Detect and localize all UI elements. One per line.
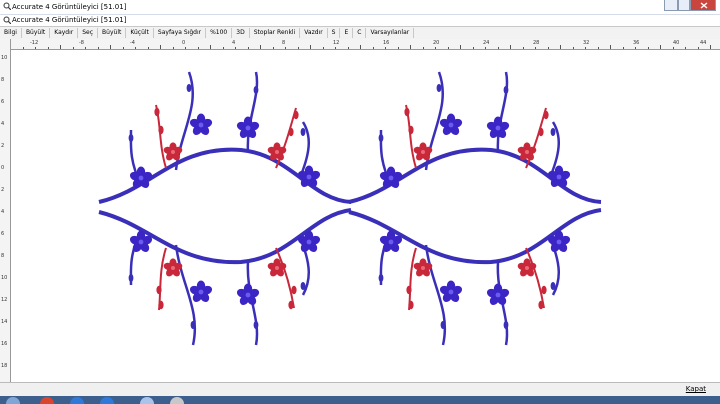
ruler-tick [110,45,111,49]
ruler-tick [197,47,199,49]
taskbar-app-icon[interactable] [170,397,184,404]
ruler-tick [247,47,249,49]
magnifier-icon [3,16,11,24]
ruler-tick [360,45,361,49]
ruler-tick [72,47,74,49]
info-button[interactable]: Bilgi [0,28,22,38]
ruler-tick [322,47,324,49]
ruler-tick [235,47,236,49]
ruler-tick [472,47,474,49]
close-icon [700,2,708,9]
embroidery-motif-left [98,71,352,346]
ruler-tick [597,47,599,49]
ruler-tick [297,47,299,49]
ruler-tick [460,45,461,49]
taskbar-app-icon[interactable] [100,397,114,404]
minimize-button[interactable] [664,0,678,11]
ruler-tick [660,45,661,49]
window-titlebar: Accurate 4 Görüntüleyici [51.01] [0,0,720,14]
start-button[interactable] [6,397,20,404]
ruler-tick [385,47,386,49]
fit-page-button[interactable]: Sayfaya Sığdır [154,28,207,38]
vertical-ruler: 10 8 6 4 2 0 2 4 6 8 10 12 14 16 18 [0,39,11,382]
ruler-tick [97,47,99,49]
maximize-button[interactable] [678,0,690,11]
magnifier-icon [3,2,11,10]
window-title: Accurate 4 Görüntüleyici [51.01] [12,3,127,11]
ruler-tick [147,47,149,49]
toolbar: Bilgi Büyült Kaydır Seç Büyült Küçült Sa… [0,26,720,40]
ruler-tick [60,45,61,49]
ruler-tick [435,47,436,49]
ruler-tick [210,45,211,49]
ruler-tick [560,45,561,49]
ruler-tick [285,47,286,49]
embroidery-motif-right [349,72,601,345]
taskbar-app-icon[interactable] [40,397,54,404]
embroidery-canvas[interactable] [11,50,720,382]
c-button[interactable]: C [353,28,367,38]
close-window-button[interactable] [690,0,716,11]
ruler-tick [347,47,349,49]
ruler-tick [572,47,574,49]
document-title: Accurate 4 Görüntüleyici [51.01] [12,16,127,24]
ruler-tick [697,47,699,49]
pan-button[interactable]: Kaydır [50,28,79,38]
ruler-tick [35,47,36,49]
ruler-tick [510,45,511,49]
embroidery-design [98,50,720,382]
ruler-tick [222,47,224,49]
ruler-tick [635,47,636,49]
ruler-tick [585,47,586,49]
ruler-tick [610,45,611,49]
statusbar: Kapat [0,382,720,397]
ruler-tick [260,45,261,49]
ruler-tick [160,45,161,49]
shrink-button[interactable]: Küçült [126,28,154,38]
print-button[interactable]: Vazdır [300,28,328,38]
close-button[interactable]: Kapat [686,385,706,393]
ruler-tick [685,47,686,49]
ruler-tick [185,47,186,49]
document-titlebar: Accurate 4 Görüntüleyici [51.01] [0,14,720,26]
3d-button[interactable]: 3D [232,28,250,38]
ruler-tick [672,47,674,49]
ruler-tick [22,47,24,49]
ruler-tick [535,47,536,49]
select-button[interactable]: Seç [78,28,99,38]
taskbar-app-icon[interactable] [140,397,154,404]
ruler-tick [547,47,549,49]
ruler-tick [497,47,499,49]
ruler-tick [47,47,49,49]
ruler-tick [647,47,649,49]
ruler-tick [522,47,524,49]
ruler-tick [85,47,86,49]
zoom-in-button[interactable]: Büyült [22,28,51,38]
ruler-tick [447,47,449,49]
ruler-tick [422,47,424,49]
ruler-tick [397,47,399,49]
ruler-tick [172,47,174,49]
ruler-tick [622,47,624,49]
stops-colored-button[interactable]: Stoplar Renkli [250,28,301,38]
ruler-tick [372,47,374,49]
defaults-button[interactable]: Varsayılanlar [366,28,415,38]
ruler-tick [410,45,411,49]
ruler-tick [122,47,124,49]
horizontal-ruler: -12 -8 -4 0 4 8 12 16 20 24 28 32 36 40 … [10,39,720,50]
enlarge-button[interactable]: Büyült [98,28,127,38]
ruler-tick [485,47,486,49]
ruler-tick [710,45,711,49]
ruler-tick [272,47,274,49]
zoom-100-button[interactable]: %100 [206,28,233,38]
taskbar [0,396,720,404]
ruler-tick [135,47,136,49]
taskbar-app-icon[interactable] [70,397,84,404]
ruler-tick [310,45,311,49]
s-button[interactable]: S [328,28,341,38]
ruler-tick [335,47,336,49]
e-button[interactable]: E [340,28,354,38]
